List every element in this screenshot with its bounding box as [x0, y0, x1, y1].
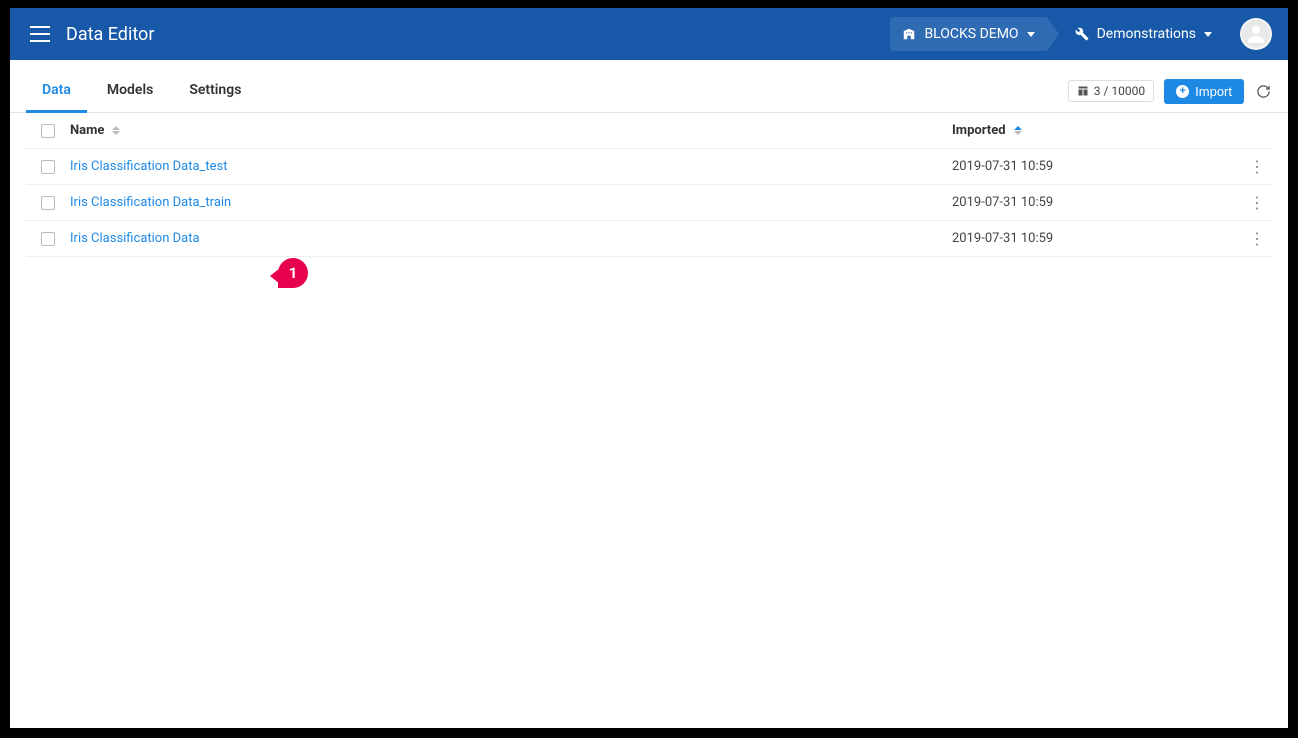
refresh-icon — [1256, 84, 1271, 99]
breadcrumb-project[interactable]: Demonstrations — [1055, 17, 1224, 51]
org-icon — [902, 27, 916, 41]
tabs-row: Data Models Settings 3 / 10000 + Import — [10, 70, 1288, 113]
table-row: Iris Classification Data_test 2019-07-31… — [26, 149, 1272, 185]
sort-icon — [1014, 126, 1022, 135]
column-imported-label: Imported — [952, 123, 1006, 138]
tabs: Data Models Settings — [26, 70, 257, 112]
user-icon — [1244, 22, 1268, 46]
hamburger-menu-button[interactable] — [26, 20, 54, 48]
chevron-down-icon — [1204, 32, 1212, 37]
row-counter: 3 / 10000 — [1068, 80, 1154, 102]
row-counter-value: 3 / 10000 — [1094, 84, 1145, 98]
user-avatar[interactable] — [1240, 18, 1272, 50]
breadcrumb-separator — [1047, 17, 1059, 51]
tab-data[interactable]: Data — [26, 70, 87, 113]
row-checkbox[interactable] — [41, 232, 55, 246]
tab-models[interactable]: Models — [91, 70, 169, 113]
toolbar-right: 3 / 10000 + Import — [1068, 79, 1272, 104]
callout-label: 1 — [289, 264, 298, 282]
imported-date: 2019-07-31 10:59 — [952, 231, 1053, 246]
chevron-down-icon — [1027, 32, 1035, 37]
content-area: 1 Data Models Settings 3 / 10000 + Impor… — [10, 60, 1288, 728]
select-all-checkbox[interactable] — [41, 124, 55, 138]
row-checkbox[interactable] — [41, 196, 55, 210]
plus-circle-icon: + — [1176, 85, 1189, 98]
data-table: Name Imported Iris Classification Data_t… — [10, 113, 1288, 257]
column-header-imported[interactable]: Imported — [952, 123, 1242, 138]
column-name-label: Name — [70, 123, 104, 138]
table-row: Iris Classification Data_train 2019-07-3… — [26, 185, 1272, 221]
breadcrumb-project-label: Demonstrations — [1097, 26, 1196, 42]
dataset-link[interactable]: Iris Classification Data — [70, 231, 200, 246]
row-menu-button[interactable]: ⋮ — [1249, 159, 1265, 175]
import-label: Import — [1195, 84, 1232, 99]
table-icon — [1077, 85, 1089, 97]
column-header-name[interactable]: Name — [70, 123, 952, 138]
breadcrumb-org[interactable]: BLOCKS DEMO — [890, 17, 1046, 51]
breadcrumb-org-label: BLOCKS DEMO — [924, 26, 1018, 42]
table-header-row: Name Imported — [26, 113, 1272, 149]
page-title: Data Editor — [66, 24, 154, 45]
table-row: Iris Classification Data 2019-07-31 10:5… — [26, 221, 1272, 257]
row-menu-button[interactable]: ⋮ — [1249, 195, 1265, 211]
imported-date: 2019-07-31 10:59 — [952, 159, 1053, 174]
wrench-icon — [1075, 27, 1089, 41]
app-header: Data Editor BLOCKS DEMO Demonstrations — [10, 8, 1288, 60]
dataset-link[interactable]: Iris Classification Data_test — [70, 159, 228, 174]
import-button[interactable]: + Import — [1164, 79, 1244, 104]
imported-date: 2019-07-31 10:59 — [952, 195, 1053, 210]
row-menu-button[interactable]: ⋮ — [1249, 231, 1265, 247]
callout-badge-1: 1 — [278, 258, 308, 288]
sort-icon — [112, 126, 120, 135]
tab-settings[interactable]: Settings — [173, 70, 257, 113]
menu-icon — [30, 26, 50, 42]
dataset-link[interactable]: Iris Classification Data_train — [70, 195, 231, 210]
refresh-button[interactable] — [1254, 82, 1272, 100]
breadcrumb: BLOCKS DEMO Demonstrations — [890, 17, 1224, 51]
row-checkbox[interactable] — [41, 160, 55, 174]
